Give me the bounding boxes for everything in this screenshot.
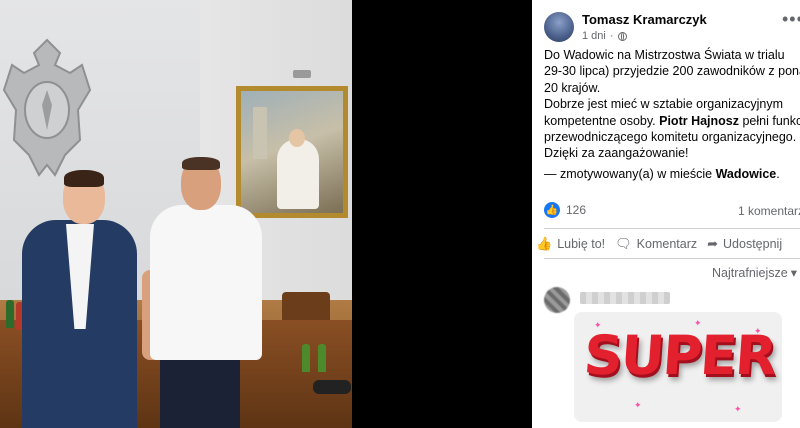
microphone [313, 380, 351, 394]
like-reaction-icon: 👍 [544, 202, 560, 218]
divider [544, 258, 800, 259]
bottle [6, 300, 14, 328]
post-line: Do Wadowic na Mistrzostwa Świata w trial… [544, 48, 785, 62]
dot-separator: · [609, 30, 614, 42]
person-right-shirt [150, 205, 262, 360]
thumbs-up-icon: 👍 [536, 236, 553, 251]
sort-label: Najtrafniejsze [712, 265, 788, 280]
sparkle-icon: ✦ [734, 404, 742, 414]
wall-hook [293, 70, 311, 78]
feeling-prefix: — zmotywowany(a) w mieście [544, 166, 716, 181]
painting [236, 86, 348, 218]
post-line: kompetentne osoby. Piotr Hajnosz pełni f… [544, 113, 800, 129]
post-line: przewodniczącego komitetu organizacyjneg… [544, 130, 797, 145]
post-line: 20 krajów. [544, 80, 601, 95]
like-button[interactable]: 👍 Lubię to! [536, 236, 605, 252]
commenter-name-blurred[interactable] [580, 292, 670, 304]
comment-count[interactable]: 1 komentarz [738, 204, 800, 218]
globe-icon [617, 31, 627, 41]
person-left-hair [64, 170, 104, 187]
painting-figure [277, 139, 319, 209]
post-line: Dobrze jest mieć w sztabie organizacyjny… [544, 97, 783, 112]
commenter-avatar[interactable] [544, 287, 570, 313]
reaction-count: 126 [566, 203, 587, 217]
share-arrow-icon: ➦ [707, 236, 719, 251]
comment-button[interactable]: 🗨 Komentarz [615, 236, 697, 252]
like-label: Lubię to! [557, 237, 606, 251]
feeling-line: — zmotywowany(a) w mieście Wadowice. [544, 166, 800, 182]
painting-tower [253, 107, 267, 159]
post-text: Do Wadowic na Mistrzostwa Świata w trial… [544, 47, 800, 182]
reactions-summary[interactable]: 👍 126 [544, 202, 586, 218]
post-meta: 1 dni · [582, 30, 627, 42]
post-text-segment: pełni funkcję [742, 113, 800, 128]
comment-sticker[interactable]: ✦ ✦ ✦ ✦ ✦ SUPER [574, 312, 782, 422]
person-right-hair [182, 157, 220, 170]
more-options-icon[interactable]: ••• [782, 10, 800, 28]
divider [544, 228, 800, 229]
post-photo[interactable] [0, 0, 352, 428]
sticker-text: SUPER [581, 324, 778, 387]
author-name[interactable]: Tomasz Kramarczyk [582, 12, 707, 27]
sparkle-icon: ✦ [634, 400, 642, 410]
coat-of-arms-emblem [2, 38, 92, 177]
post-time[interactable]: 1 dni [582, 30, 606, 42]
post-line: 29-30 lipca) przyjedzie 200 zawodników z… [544, 64, 800, 79]
bottle [318, 344, 326, 372]
comment-bubble-icon: 🗨 [615, 236, 632, 251]
comment-label: Komentarz [636, 237, 698, 251]
post-text-segment: kompetentne osoby. [544, 113, 660, 128]
chevron-down-icon: ▾ [790, 266, 798, 280]
person-right-legs [160, 352, 240, 428]
painting-head [289, 129, 305, 147]
author-avatar[interactable] [544, 12, 574, 42]
post-side-panel: Tomasz Kramarczyk 1 dni · ••• Do Wadowic… [532, 0, 800, 428]
comment-sort-dropdown[interactable]: Najtrafniejsze ▾ [712, 265, 798, 281]
tagged-person-link[interactable]: Piotr Hajnosz [659, 114, 739, 128]
post-line: Dzięki za zaangażowanie! [544, 146, 689, 161]
feeling-suffix: . [776, 166, 780, 181]
share-button[interactable]: ➦ Udostępnij [707, 236, 782, 252]
bottle [302, 344, 310, 372]
share-label: Udostępnij [723, 237, 783, 251]
post-actions: 👍 Lubię to! 🗨 Komentarz ➦ Udostępnij [536, 236, 800, 252]
location-link[interactable]: Wadowice [716, 167, 777, 181]
